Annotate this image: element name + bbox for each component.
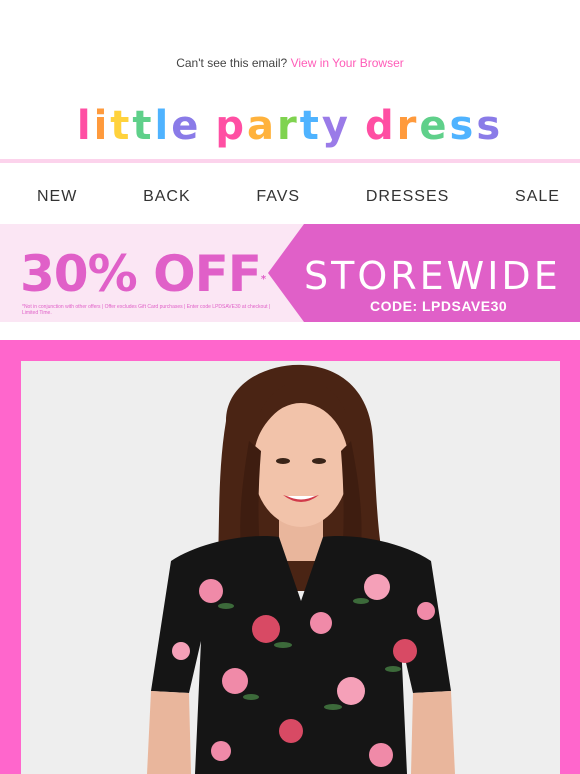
logo-letter: l (76, 103, 94, 149)
nav-item-favs[interactable]: FAVS (256, 188, 300, 208)
nav-item-dresses[interactable]: DRESSES (366, 188, 449, 208)
header-divider (0, 159, 580, 163)
logo-letter: e (171, 103, 202, 149)
logo-letter: l (154, 103, 172, 149)
nav-item-sale[interactable]: SALE (515, 188, 560, 208)
logo-letter: r (277, 103, 300, 149)
logo-letter: y (321, 103, 351, 149)
logo-letter: t (299, 103, 322, 149)
nav-item-new[interactable]: NEW (37, 188, 77, 208)
logo-letter: t (132, 103, 155, 149)
model-illustration (21, 361, 560, 774)
logo-letter: p (215, 103, 248, 149)
logo-letter: d (364, 103, 397, 149)
logo-letter: r (396, 103, 420, 149)
logo-letter: i (93, 103, 111, 149)
logo-letter: e (419, 103, 450, 149)
discount-asterisk: * (260, 274, 266, 285)
nav-item-back[interactable]: BACK (143, 188, 191, 208)
discount-headline: 30% OFF* (20, 245, 266, 303)
promo-code: CODE: LPDSAVE30 (370, 298, 508, 314)
preheader: Can't see this email? View in Your Brows… (0, 56, 580, 70)
fine-print: *Not in conjunction with other offers | … (22, 304, 271, 316)
main-nav: NEW BACK FAVS DRESSES SALE (0, 188, 580, 208)
storewide-headline: STOREWIDE (304, 254, 561, 298)
logo-letter: s (449, 103, 477, 149)
logo-letter: s (476, 103, 504, 149)
brand-logo[interactable]: little party dress (0, 96, 580, 156)
view-in-browser-link[interactable]: View in Your Browser (291, 56, 404, 70)
discount-text: 30% OFF (20, 245, 262, 303)
preheader-text: Can't see this email? (176, 56, 288, 70)
model-photo[interactable] (21, 361, 560, 774)
logo-letter: a (247, 103, 278, 149)
logo-letter: t (110, 103, 133, 149)
hero-frame[interactable] (0, 340, 580, 774)
promo-banner[interactable]: 30% OFF* *Not in conjunction with other … (0, 224, 580, 322)
